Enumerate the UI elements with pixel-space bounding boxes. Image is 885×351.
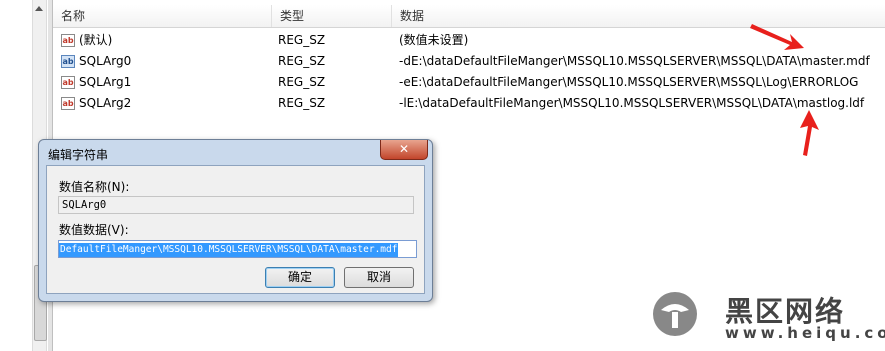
value-name-field: SQLArg0 xyxy=(58,196,414,214)
value-type: REG_SZ xyxy=(278,33,326,47)
value-name: SQLArg1 xyxy=(79,75,132,89)
list-item[interactable]: ab SQLArg2 REG_SZ -lE:\dataDefaultFileMan… xyxy=(53,93,885,114)
edit-string-dialog: 编辑字符串 ✕ 数值名称(N): SQLArg0 数值数据(V): Defaul… xyxy=(38,139,433,302)
list-header: 名称 类型 数据 xyxy=(53,5,885,28)
value-type: REG_SZ xyxy=(278,54,326,68)
cancel-button[interactable]: 取消 xyxy=(344,267,414,288)
scroll-up-arrow-icon[interactable] xyxy=(35,6,43,11)
column-header-data[interactable]: 数据 xyxy=(392,5,885,27)
dialog-title: 编辑字符串 xyxy=(48,148,109,162)
dialog-body: 数值名称(N): SQLArg0 数值数据(V): DefaultFileMan… xyxy=(46,165,425,294)
ok-button[interactable]: 确定 xyxy=(265,267,335,288)
value-name: SQLArg0 xyxy=(79,54,132,68)
value-type: REG_SZ xyxy=(278,96,326,110)
value-data: -eE:\dataDefaultFileManger\MSSQL10.MSSQL… xyxy=(399,75,859,89)
value-data: -lE:\dataDefaultFileManger\MSSQL10.MSSQL… xyxy=(399,96,865,110)
string-value-icon: ab xyxy=(61,55,75,68)
value-data-label: 数值数据(V): xyxy=(59,223,129,237)
list-item[interactable]: ab SQLArg0 REG_SZ -dE:\dataDefaultFileMan… xyxy=(53,51,885,72)
column-header-name[interactable]: 名称 xyxy=(53,5,272,27)
value-type: REG_SZ xyxy=(278,75,326,89)
string-value-icon: ab xyxy=(61,97,75,110)
string-value-icon: ab xyxy=(61,76,75,89)
column-header-type[interactable]: 类型 xyxy=(272,5,392,27)
heiqu-logo-icon xyxy=(653,292,697,336)
watermark: 黑区网络 www.heiqu.com xyxy=(651,284,885,351)
close-icon[interactable]: ✕ xyxy=(380,140,428,160)
watermark-url: www.heiqu.com xyxy=(725,324,885,342)
selected-value-data[interactable]: DefaultFileManger\MSSQL10.MSSQLSERVER\MS… xyxy=(59,243,399,257)
list-item[interactable]: ab SQLArg1 REG_SZ -eE:\dataDefaultFileMan… xyxy=(53,72,885,93)
value-data: -dE:\dataDefaultFileManger\MSSQL10.MSSQL… xyxy=(399,54,870,68)
value-data-input[interactable]: DefaultFileManger\MSSQL10.MSSQLSERVER\MS… xyxy=(58,240,417,258)
value-name: (默认) xyxy=(79,33,113,47)
string-value-icon: ab xyxy=(61,34,75,47)
value-name: SQLArg2 xyxy=(79,96,132,110)
value-name-label: 数值名称(N): xyxy=(59,180,130,194)
list-item[interactable]: ab (默认) REG_SZ (数值未设置) xyxy=(53,30,885,51)
value-data: (数值未设置) xyxy=(399,33,469,47)
